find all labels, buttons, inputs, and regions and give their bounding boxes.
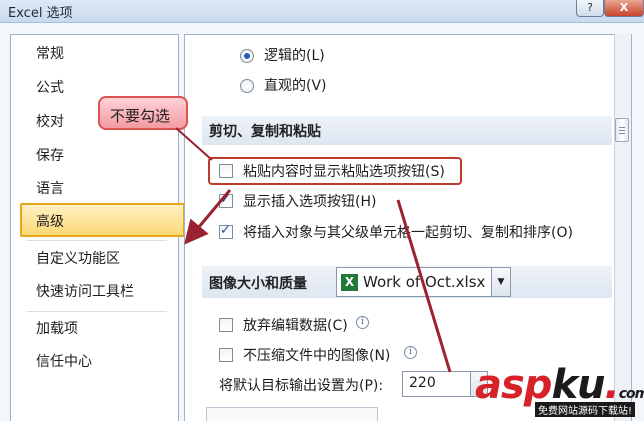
arrow-line [396, 199, 452, 373]
callout-pointer [175, 127, 213, 161]
annotation-arrows [175, 127, 452, 373]
watermark-subtitle: 免费网站源码下载站! [535, 402, 636, 417]
excel-options-dialog: Excel 选项 ? X 常规 公式 校对 保存 语言 高级 自定义功能区 快速… [0, 0, 644, 421]
watermark-com: com [618, 386, 644, 402]
site-watermark-logo: aspku.com 免费网站源码下载站! [475, 362, 644, 418]
arrow-to-advanced [184, 189, 232, 245]
